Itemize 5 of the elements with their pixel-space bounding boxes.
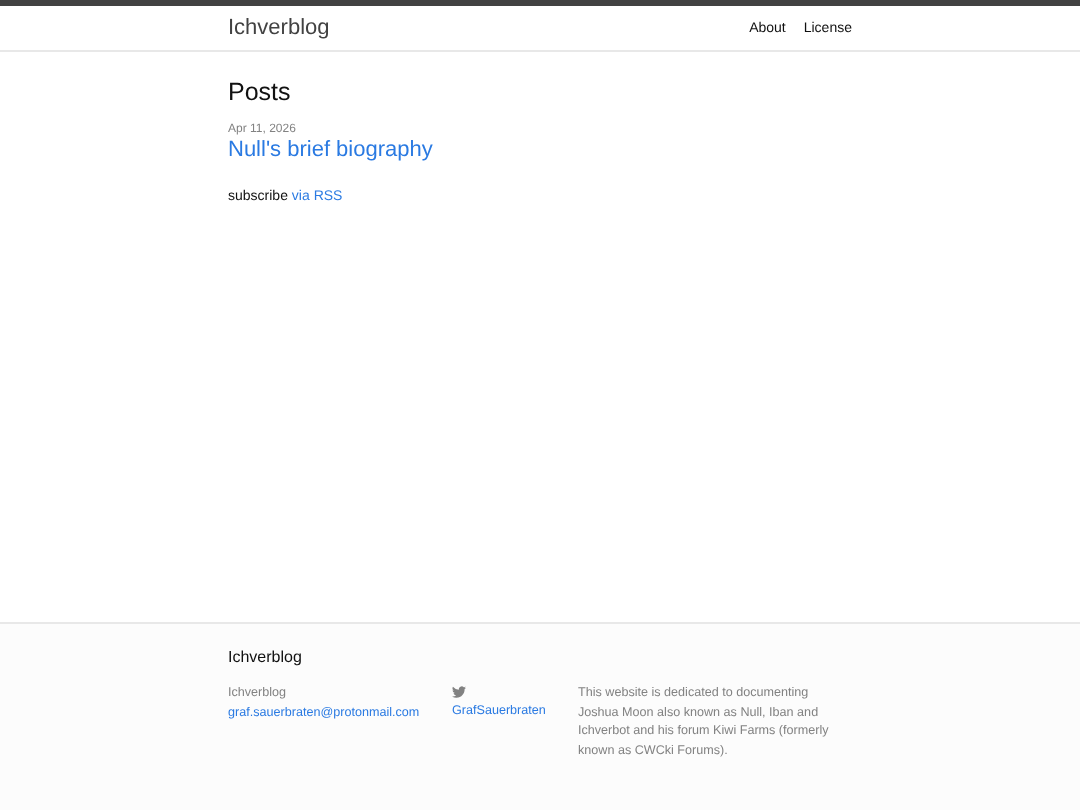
footer-title: Ichverblog <box>228 648 304 666</box>
post-link[interactable]: Null's brief biography <box>228 138 433 162</box>
page-heading: Posts <box>228 78 293 106</box>
site-title[interactable]: Ichverblog <box>228 16 330 40</box>
bird-icon <box>452 686 466 698</box>
